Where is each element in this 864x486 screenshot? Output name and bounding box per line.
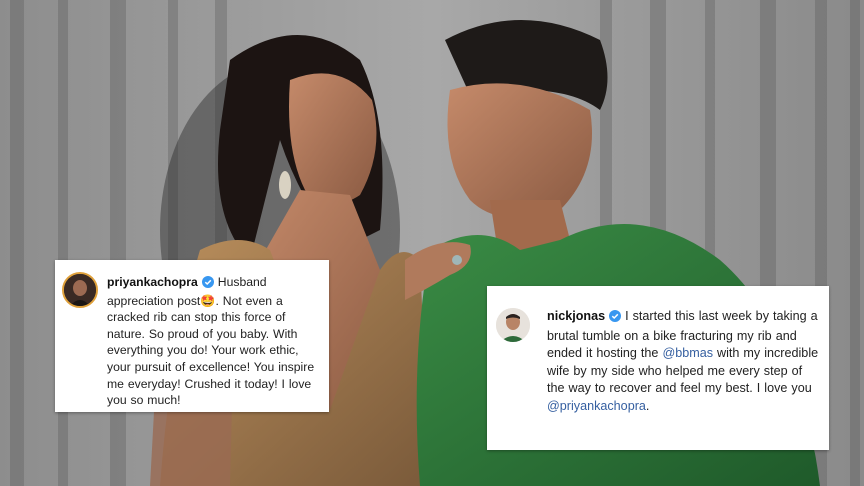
caption-text: priyankachopra Husband appreciation post🤩… xyxy=(107,274,325,409)
verified-badge-icon xyxy=(201,276,214,293)
username-nickjonas[interactable]: nickjonas xyxy=(547,309,605,323)
verified-badge-icon xyxy=(609,310,622,328)
avatar-priyankachopra[interactable] xyxy=(62,272,98,308)
username-priyankachopra[interactable]: priyankachopra xyxy=(107,275,198,289)
star-struck-emoji: 🤩 xyxy=(200,293,216,308)
mention-priyankachopra-link[interactable]: @priyankachopra xyxy=(547,399,646,413)
caption-body-end: . xyxy=(645,398,650,413)
caption-text: nickjonas I started this last week by tak… xyxy=(547,308,823,416)
avatar-nickjonas[interactable] xyxy=(496,308,530,342)
instagram-caption-card-nick: nickjonas I started this last week by tak… xyxy=(487,286,829,450)
caption-body-rest: . Not even a cracked rib can stop this f… xyxy=(107,293,315,408)
instagram-caption-card-priyanka: priyankachopra Husband appreciation post🤩… xyxy=(55,260,329,412)
mention-bbmas-link[interactable]: @bbmas xyxy=(662,346,713,360)
